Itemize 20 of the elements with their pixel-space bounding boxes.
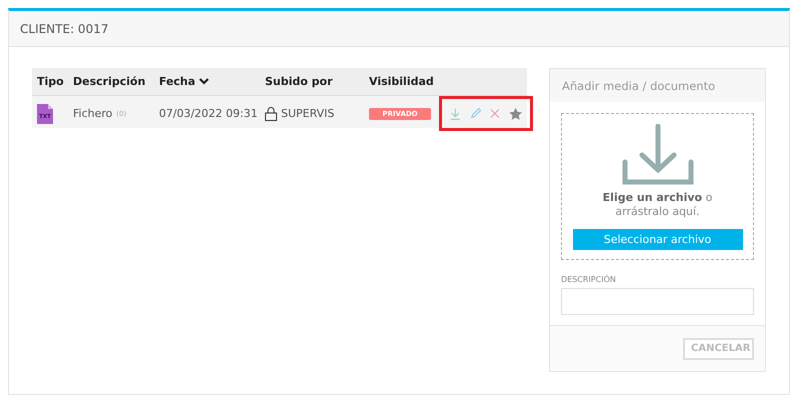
download-icon xyxy=(622,124,694,185)
sort-caret-icon xyxy=(199,78,210,85)
close-icon[interactable] xyxy=(490,108,500,119)
drop-zone[interactable]: Elige un archivo o arrástralo aquí. Seleccionar archivo xyxy=(561,113,754,260)
download-icon[interactable] xyxy=(450,106,461,120)
edit-icon[interactable] xyxy=(470,107,482,120)
field-label: DESCRIPCIÓN xyxy=(561,275,617,284)
column-header[interactable]: Tipo xyxy=(37,75,73,88)
drop-instructions: Elige un archivo o arrástralo aquí. xyxy=(602,191,714,219)
description-text: Fichero xyxy=(73,107,112,120)
column-header[interactable]: Visibilidad xyxy=(369,75,439,88)
column-header[interactable]: Descripción xyxy=(73,75,159,88)
description-field[interactable] xyxy=(561,288,754,315)
page-title: CLIENTE: 0017 xyxy=(9,11,789,47)
uploader-text: SUPERVIS xyxy=(281,107,334,120)
column-header[interactable]: Fecha xyxy=(159,75,265,88)
date-text: 07/03/2022 09:31 xyxy=(159,107,259,120)
panel-title: Añadir media / documento xyxy=(550,69,765,102)
column-header[interactable]: Subido por xyxy=(265,75,369,88)
star-icon[interactable] xyxy=(508,106,522,120)
